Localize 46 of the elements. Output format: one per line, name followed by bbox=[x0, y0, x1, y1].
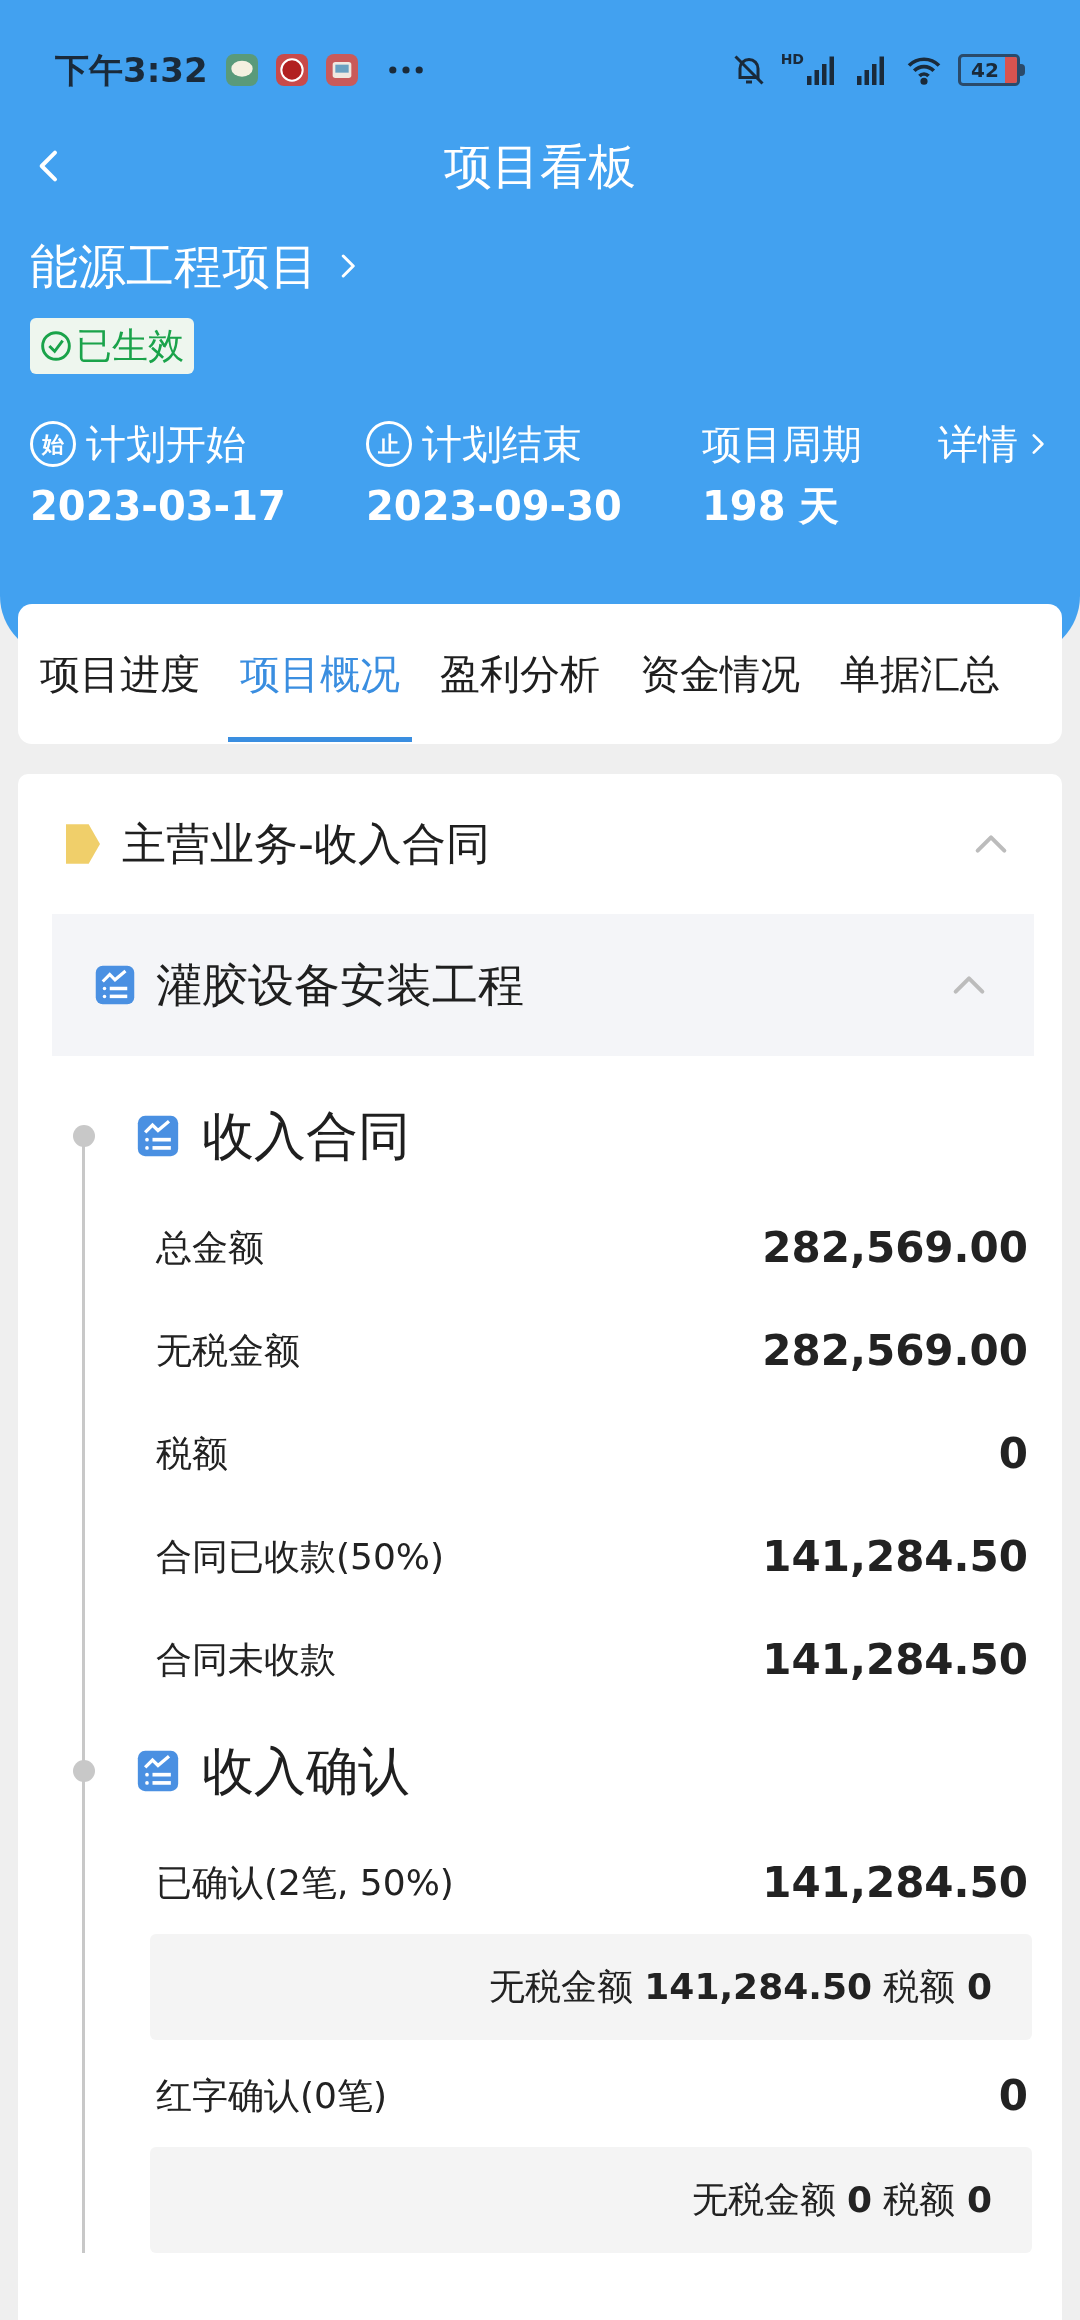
page-title: 项目看板 bbox=[444, 137, 636, 196]
status-time: 下午3:32 bbox=[55, 48, 208, 92]
circle-char-icon: 始 bbox=[30, 421, 76, 467]
field-label: 总金额 bbox=[156, 1225, 264, 1270]
schedule-label: 计划开始 bbox=[86, 420, 246, 469]
field-label: 无税金额 bbox=[156, 1328, 300, 1373]
field-label: 红字确认(0笔) bbox=[156, 2073, 387, 2118]
field-label: 已确认(2笔, 50%) bbox=[156, 1860, 454, 1905]
field-value: 141,284.50 bbox=[762, 1857, 1028, 1909]
section-header[interactable]: 主营业务-收入合同 bbox=[18, 774, 1062, 914]
group-title: 收入合同 bbox=[202, 1105, 410, 1168]
chart-list-icon bbox=[136, 1749, 180, 1793]
status-badge: 已生效 bbox=[30, 318, 194, 374]
field-value: 141,284.50 bbox=[762, 1634, 1028, 1686]
detail-text: 无税金额 141,284.50 税额 0 bbox=[488, 1965, 992, 2009]
check-circle-icon bbox=[40, 330, 72, 362]
message-app-icon bbox=[225, 54, 258, 86]
field-label: 合同未收款 bbox=[156, 1637, 336, 1682]
battery-indicator: 42 bbox=[958, 54, 1025, 86]
field-value: 141,284.50 bbox=[762, 1531, 1028, 1583]
schedule-value: 2023-03-17 bbox=[30, 482, 287, 531]
tab[interactable]: 项目进度 bbox=[28, 604, 212, 744]
tab[interactable]: 盈利分析 bbox=[428, 604, 612, 744]
chart-list-icon bbox=[94, 964, 136, 1006]
subsection-header[interactable]: 灌胶设备安装工程 bbox=[52, 914, 1034, 1056]
more-icon bbox=[387, 65, 424, 75]
app-icon bbox=[275, 54, 308, 86]
schedule-label: 计划结束 bbox=[422, 420, 582, 469]
tab[interactable]: 单据汇总 bbox=[828, 604, 1012, 744]
field-label: 税额 bbox=[156, 1431, 228, 1476]
schedule-label: 项目周期 bbox=[702, 420, 862, 469]
app-icon bbox=[325, 54, 358, 86]
tag-icon bbox=[66, 824, 100, 864]
circle-char-icon: 止 bbox=[366, 421, 412, 467]
network-type-label: HD bbox=[780, 52, 804, 66]
field-value: 282,569.00 bbox=[762, 1325, 1028, 1377]
schedule-value: 198 天 bbox=[702, 482, 841, 531]
schedule-value: 2023-09-30 bbox=[366, 482, 623, 531]
field-value: 0 bbox=[998, 1428, 1028, 1480]
field-label: 合同已收款(50%) bbox=[156, 1534, 445, 1579]
tab[interactable]: 资金情况 bbox=[628, 604, 812, 744]
detail-text: 无税金额 0 税额 0 bbox=[691, 2178, 992, 2222]
group-title: 收入确认 bbox=[202, 1740, 410, 1803]
field-value: 282,569.00 bbox=[762, 1222, 1028, 1274]
chart-list-icon bbox=[136, 1114, 180, 1158]
field-value: 0 bbox=[998, 2070, 1028, 2122]
